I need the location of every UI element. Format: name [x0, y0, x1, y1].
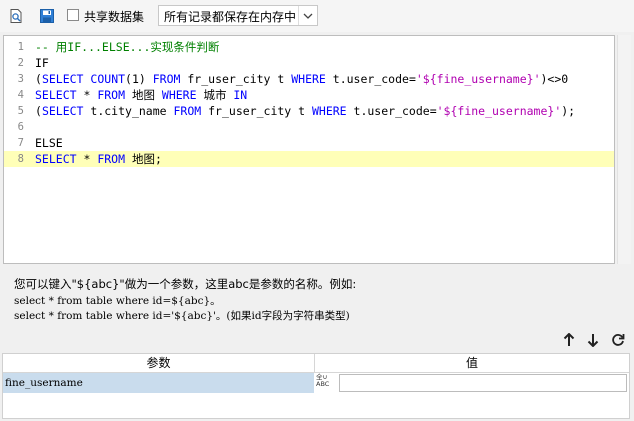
sql-keyword: WHERE: [311, 104, 347, 118]
sql-keyword: FROM: [97, 88, 126, 102]
toolbar: 共享数据集 所有记录都保存在内存中: [0, 0, 634, 32]
code-text: SELECT * FROM 地图;: [35, 151, 162, 167]
code-text: -- 用IF...ELSE...实现条件判断: [35, 39, 219, 55]
sql-keyword: WHERE: [291, 72, 326, 86]
sql-text: ELSE: [35, 136, 63, 150]
arrow-up-icon[interactable]: [560, 331, 578, 349]
code-line[interactable]: 3 (SELECT COUNT(1) FROM fr_user_city t WH…: [4, 71, 614, 87]
sql-keyword: SELECT: [35, 88, 77, 102]
code-line[interactable]: 7 ELSE: [4, 135, 614, 151]
code-text: (SELECT COUNT(1) FROM fr_user_city t WHE…: [35, 71, 568, 87]
storage-mode-select[interactable]: 所有记录都保存在内存中: [158, 5, 318, 26]
help-text-example-2: select * from table where id='${abc}'。(如…: [14, 310, 350, 322]
code-line[interactable]: 8 SELECT * FROM 地图;: [4, 151, 614, 167]
params-table: 参数 值 fine_username 全∪ ABC: [2, 353, 630, 419]
code-line[interactable]: 4 SELECT * FROM 地图 WHERE 城市 IN: [4, 87, 614, 103]
sql-text: );: [561, 104, 576, 118]
sql-text: t.user_code=: [346, 104, 437, 118]
shared-dataset-label: 共享数据集: [84, 10, 145, 24]
code-line[interactable]: 5 (SELECT t.city_name FROM fr_user_city t…: [4, 103, 614, 119]
sql-text: t.city_name: [83, 104, 174, 118]
code-text: SELECT * FROM 地图 WHERE 城市 IN: [35, 87, 247, 103]
sql-string: '${fine_username}': [436, 104, 562, 118]
column-header-param: 参数: [3, 354, 315, 373]
sql-editor[interactable]: 1 -- 用IF...ELSE...实现条件判断 2 IF 3 (SELECT COUNT…: [3, 35, 615, 264]
sql-keyword: FROM: [97, 152, 126, 166]
table-row[interactable]: fine_username 全∪ ABC: [3, 373, 629, 393]
param-name-cell[interactable]: fine_username: [3, 373, 314, 393]
sql-text: )<>0: [540, 72, 569, 86]
sql-comment: ...: [81, 40, 102, 54]
value-type-icon[interactable]: 全∪ ABC: [316, 374, 338, 392]
sql-keyword: FROM: [173, 104, 202, 118]
help-text-example-1: select * from table where id=${abc}。: [14, 295, 221, 307]
type-icon-bottom: ABC: [316, 380, 330, 388]
sql-text: 地图: [125, 88, 162, 102]
shared-dataset-checkbox[interactable]: [67, 9, 79, 21]
code-text: (SELECT t.city_name FROM fr_user_city t …: [35, 103, 575, 119]
editor-scrollbar[interactable]: [617, 35, 631, 264]
chevron-down-icon[interactable]: [298, 6, 317, 25]
line-number: 7: [17, 137, 24, 149]
code-text: IF: [35, 55, 49, 71]
code-line[interactable]: 1 -- 用IF...ELSE...实现条件判断: [4, 39, 614, 55]
line-number: 6: [17, 121, 24, 133]
sql-text: fr_user_city t: [180, 72, 292, 86]
sql-keyword: WHERE: [161, 88, 197, 102]
sql-keyword: SELECT: [41, 104, 84, 118]
param-value-input[interactable]: [339, 374, 627, 392]
code-text: ELSE: [35, 135, 63, 151]
sql-keyword: SELECT: [41, 72, 84, 86]
line-number: 4: [17, 89, 24, 101]
sql-string: '${fine_username}': [415, 72, 541, 86]
sql-text: *: [76, 152, 98, 166]
sql-keyword: SELECT: [35, 152, 77, 166]
sql-text: (: [35, 104, 42, 118]
sql-keyword: FROM: [152, 72, 181, 86]
code-line[interactable]: 2 IF: [4, 55, 614, 71]
sql-text: IF: [35, 56, 49, 70]
refresh-icon[interactable]: [609, 331, 627, 349]
sql-text: (1): [125, 72, 153, 86]
column-header-value: 值: [315, 354, 629, 373]
sql-keyword: COUNT: [90, 72, 126, 86]
sql-text: *: [76, 88, 98, 102]
sql-comment: IF: [67, 40, 82, 54]
sql-text: t.user_code=: [325, 72, 416, 86]
save-icon[interactable]: [36, 5, 58, 27]
sql-keyword: IN: [233, 88, 248, 102]
sql-text: fr_user_city t: [201, 104, 312, 118]
line-number: 2: [17, 57, 24, 69]
help-text-intro: 您可以键入"${abc}"做为一个参数，这里abc是参数的名称。例如:: [14, 277, 357, 291]
storage-mode-value: 所有记录都保存在内存中: [164, 10, 297, 24]
sql-text: 地图;: [125, 152, 162, 166]
arrow-down-icon[interactable]: [584, 331, 602, 349]
search-document-icon[interactable]: [5, 5, 27, 27]
sql-comment: -- 用: [35, 40, 68, 54]
line-number: 8: [17, 153, 24, 165]
code-line[interactable]: 6: [4, 119, 614, 135]
sql-comment: ...实现条件判断: [129, 40, 220, 54]
line-number: 3: [17, 73, 24, 85]
line-number: 5: [17, 105, 24, 117]
line-number: 1: [17, 41, 24, 53]
sql-text: (: [35, 72, 42, 86]
sql-comment: ELSE: [101, 40, 130, 54]
sql-text: 城市: [196, 88, 234, 102]
